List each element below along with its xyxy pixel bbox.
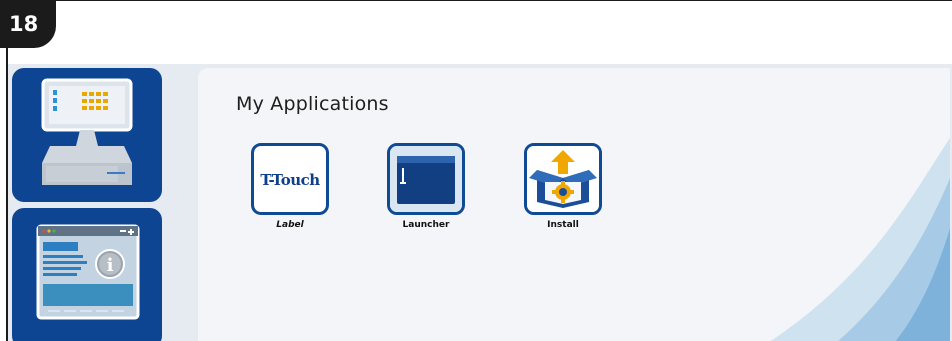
app-install[interactable]: Install — [518, 143, 608, 230]
t-touch-icon[interactable]: T-Touch — [251, 143, 329, 215]
folder-launcher-icon[interactable] — [387, 143, 465, 215]
app-install-text: Install — [547, 220, 579, 230]
app-label-text: Label — [276, 220, 304, 230]
app-label[interactable]: T-Touch Label — [245, 143, 335, 230]
sidebar-item-info[interactable]: i — [12, 208, 162, 341]
pos-terminal-icon — [41, 78, 133, 185]
app-launcher-text: Launcher — [402, 220, 450, 230]
install-box-graphic — [527, 146, 599, 212]
app-launcher[interactable]: Launcher — [381, 143, 471, 230]
page-title: My Applications — [236, 93, 389, 115]
sidebar-item-pos-terminal[interactable] — [12, 68, 162, 202]
main-panel: My Applications T-Touch Label Launcher I… — [198, 68, 950, 341]
info-window-icon: i — [36, 224, 140, 320]
t-touch-logo-text: T-Touch — [260, 171, 320, 189]
step-number-badge: 18 — [0, 0, 56, 48]
decorative-swoosh — [770, 138, 950, 341]
svg-text:i: i — [107, 255, 114, 276]
app-screen: i My Applications T-Touch Label Launcher… — [8, 64, 952, 341]
install-box-icon[interactable] — [524, 143, 602, 215]
folder-icon-graphic — [390, 146, 462, 212]
